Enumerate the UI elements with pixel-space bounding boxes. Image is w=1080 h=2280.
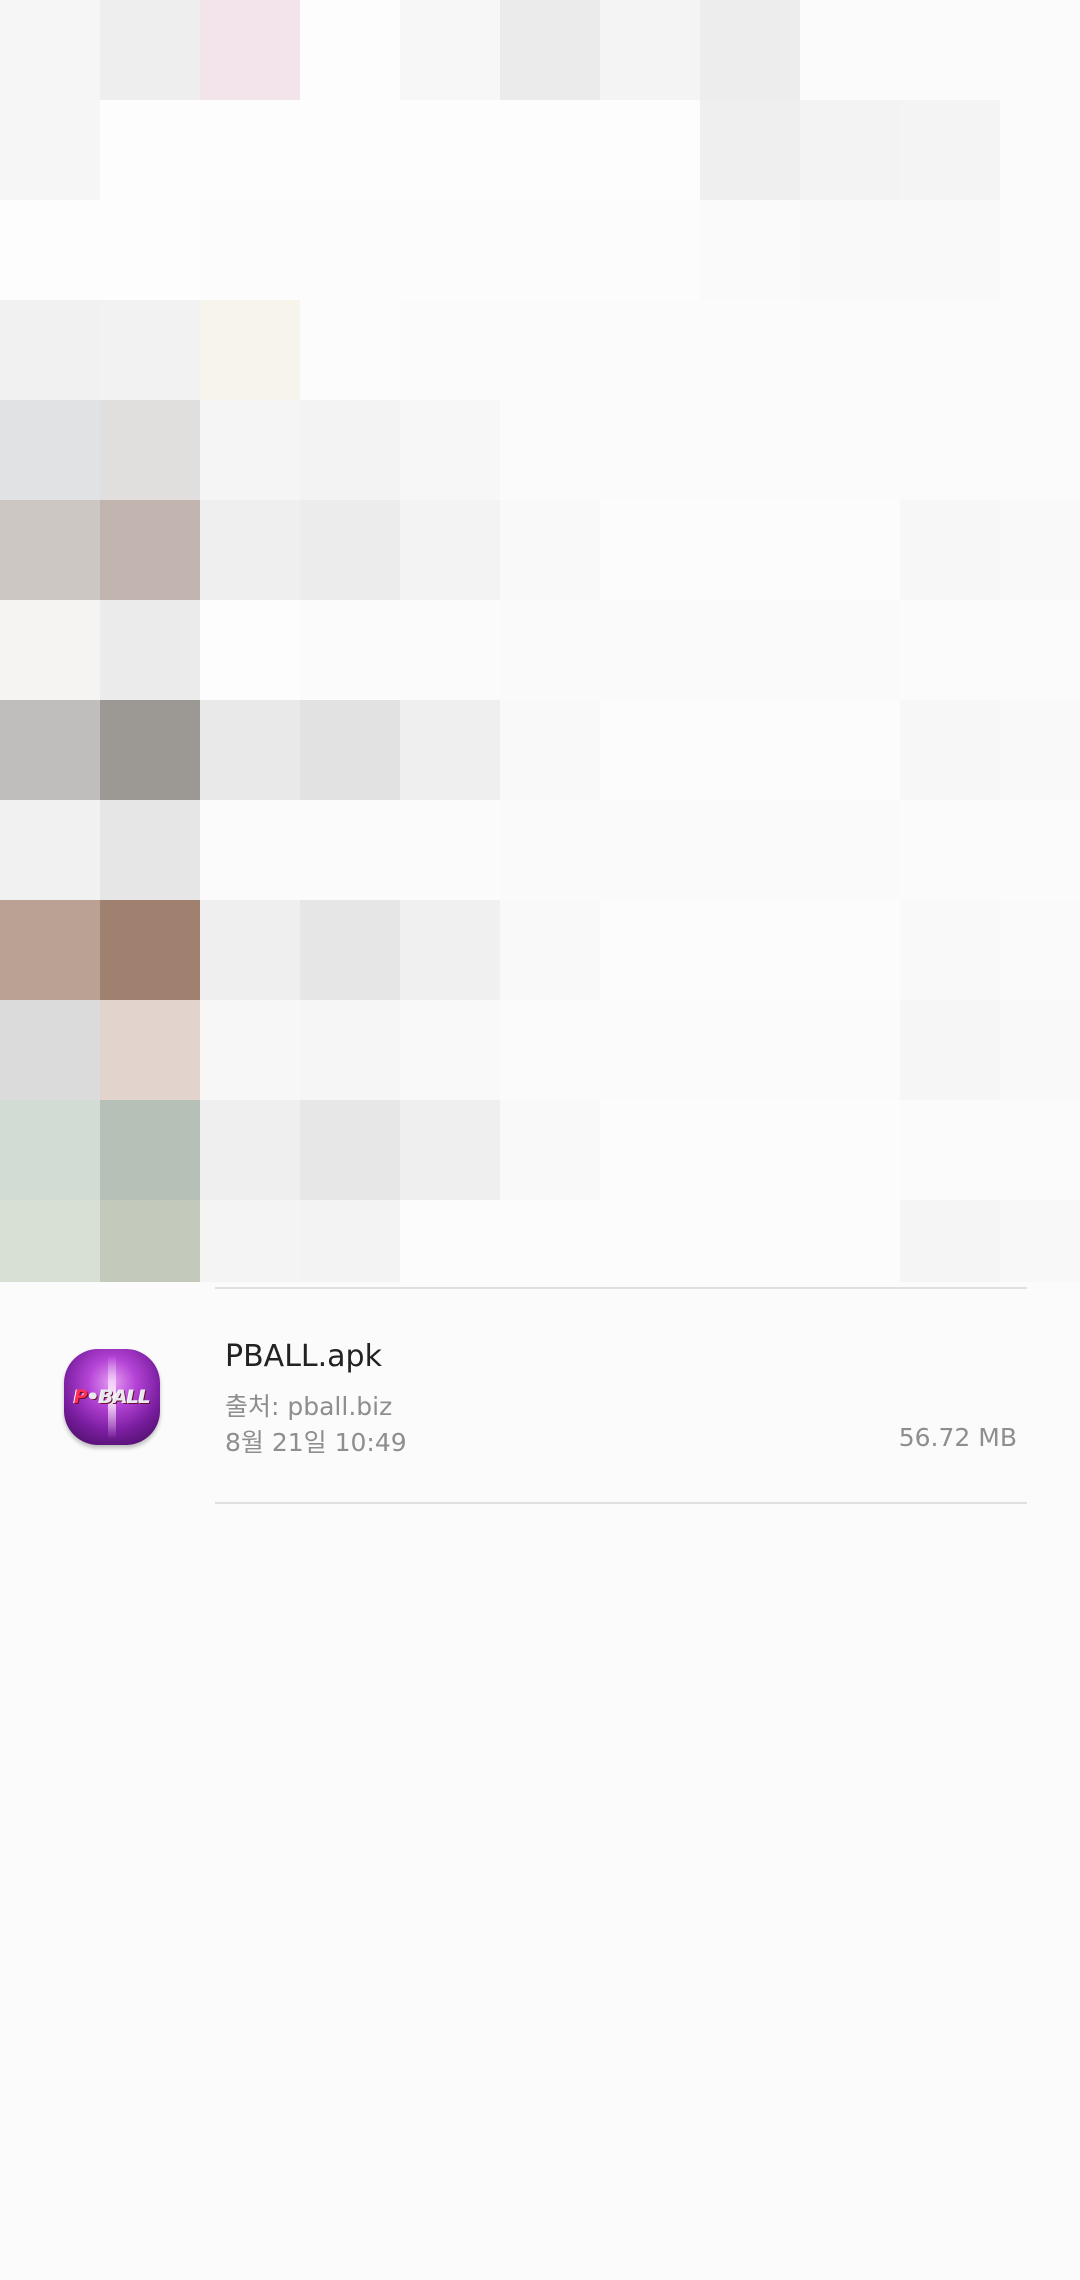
- download-list-item[interactable]: P•BALL PBALL.apk 출처: pball.biz 8월 21일 10…: [0, 1289, 1080, 1502]
- pixelated-content: [0, 0, 1080, 1282]
- list-divider: [215, 1502, 1027, 1504]
- pball-logo-text: P•BALL: [73, 1386, 151, 1408]
- pball-app-icon: P•BALL: [64, 1349, 160, 1445]
- file-size: 56.72 MB: [898, 1423, 1017, 1452]
- file-source: 출처: pball.biz: [225, 1392, 393, 1421]
- download-date: 8월 21일 10:49: [225, 1428, 407, 1457]
- file-name: PBALL.apk: [225, 1339, 382, 1374]
- downloads-screen: P•BALL PBALL.apk 출처: pball.biz 8월 21일 10…: [0, 0, 1080, 2280]
